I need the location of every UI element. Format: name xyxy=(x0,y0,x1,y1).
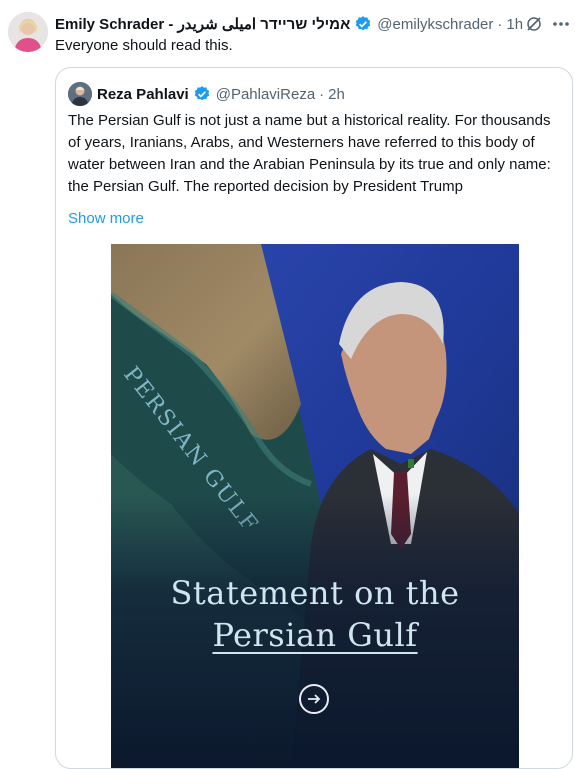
verified-badge-icon xyxy=(193,85,211,103)
graphic-title-line1: Statement on the xyxy=(170,574,460,612)
quoted-post-text: The Persian Gulf is not just a name but … xyxy=(68,112,551,195)
quoted-post-time[interactable]: 2h xyxy=(328,86,345,103)
post-header: Emily Schrader - אמילי שריידר امیلی شرید… xyxy=(55,13,567,35)
post-time[interactable]: 1h xyxy=(506,16,523,33)
lapel-pin xyxy=(408,459,414,468)
separator-dot: · xyxy=(497,15,503,33)
graphic-title-line2: Persian Gulf xyxy=(212,616,418,654)
author-name[interactable]: Emily Schrader - אמילי שריידר امیلی شرید… xyxy=(55,15,350,33)
verified-badge-icon xyxy=(354,15,372,33)
more-options-icon[interactable] xyxy=(551,15,571,33)
quoted-post-header: Reza Pahlavi @PahlaviReza · 2h xyxy=(68,82,345,106)
author-handle[interactable]: @emilykschrader xyxy=(377,16,493,33)
post-text: Everyone should read this. xyxy=(55,37,233,54)
quoted-author-avatar[interactable] xyxy=(68,82,92,106)
quoted-post-image[interactable]: PERSIAN GULF Statement on the Persian Gu… xyxy=(111,244,519,768)
quoted-author-name[interactable]: Reza Pahlavi xyxy=(97,86,189,103)
show-more-link[interactable]: Show more xyxy=(68,210,144,227)
separator-dot: · xyxy=(319,85,325,103)
quoted-author-handle[interactable]: @PahlaviReza xyxy=(216,86,315,103)
arrow-right-icon[interactable] xyxy=(299,684,329,714)
grok-icon[interactable] xyxy=(525,15,543,33)
author-avatar[interactable] xyxy=(8,12,48,52)
quoted-post[interactable]: Reza Pahlavi @PahlaviReza · 2h The Persi… xyxy=(55,67,573,769)
